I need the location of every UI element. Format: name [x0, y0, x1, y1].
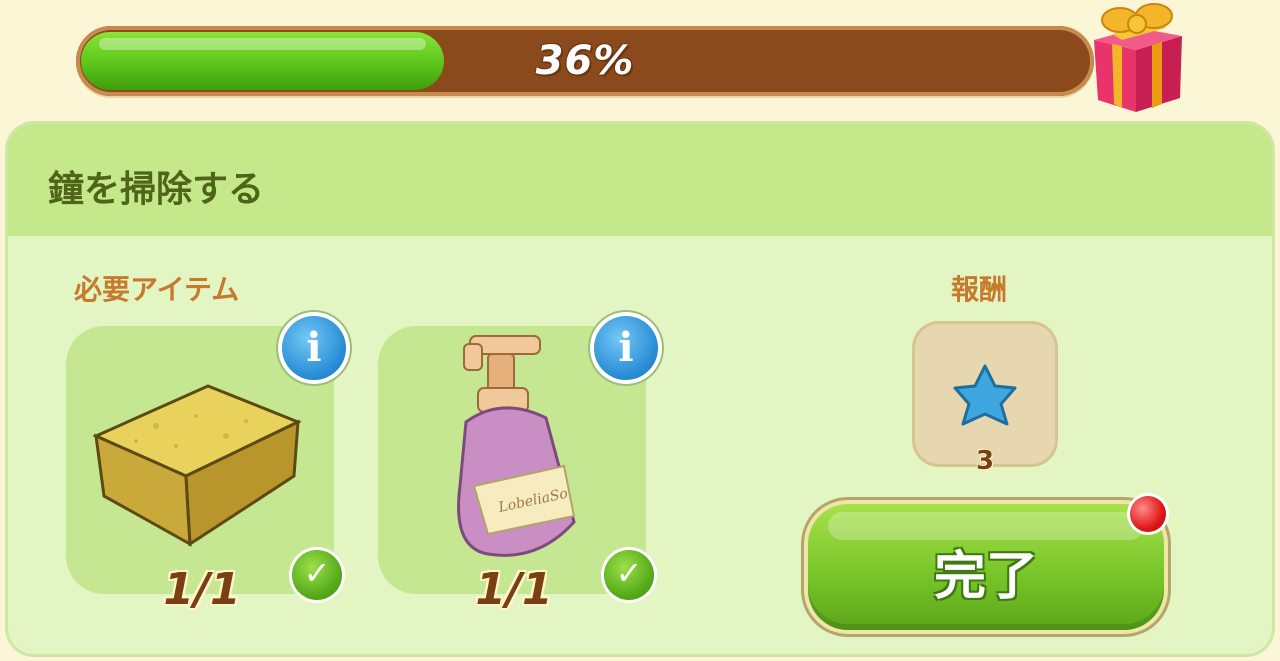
- blue-star-icon: [953, 364, 1017, 426]
- quest-panel: 鐘を掃除する 必要アイテム 報酬 i 1/1 ✓ LobeliaSo i 1/1…: [8, 124, 1272, 654]
- reward-count: 3: [975, 446, 995, 476]
- item-info-button[interactable]: i: [282, 316, 346, 380]
- check-icon: ✓: [292, 550, 342, 600]
- item-count: 1/1: [163, 564, 241, 615]
- item-count: 1/1: [475, 564, 553, 615]
- complete-button-label: 完了: [933, 547, 1038, 607]
- notification-dot: [1130, 496, 1166, 532]
- progress-bar: 36%: [76, 26, 1094, 96]
- complete-button[interactable]: 完了: [808, 504, 1164, 630]
- check-icon: ✓: [604, 550, 654, 600]
- reward-label: 報酬: [951, 273, 1008, 306]
- progress-percent: 36%: [535, 38, 635, 84]
- item-info-button[interactable]: i: [594, 316, 658, 380]
- required-items-label: 必要アイテム: [74, 273, 240, 306]
- quest-title: 鐘を掃除する: [48, 169, 265, 210]
- gift-box-icon[interactable]: [1076, 0, 1194, 118]
- reward-card[interactable]: [915, 324, 1055, 464]
